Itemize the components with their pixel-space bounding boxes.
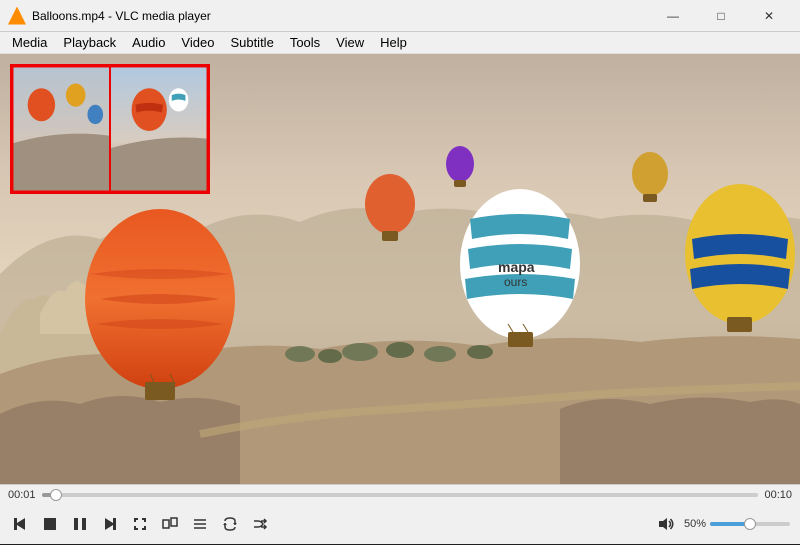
- menu-subtitle[interactable]: Subtitle: [222, 32, 281, 53]
- volume-icon: [657, 516, 675, 532]
- next-button[interactable]: [96, 510, 124, 538]
- volume-area: 50%: [652, 510, 790, 538]
- play-pause-button[interactable]: [66, 510, 94, 538]
- close-button[interactable]: ✕: [746, 0, 792, 32]
- extended-icon: [162, 516, 178, 532]
- title-bar: Balloons.mp4 - VLC media player — □ ✕: [0, 0, 800, 32]
- controls-bar: 00:01 00:10: [0, 484, 800, 544]
- window-title: Balloons.mp4 - VLC media player: [32, 9, 650, 23]
- playlist-icon: [192, 516, 208, 532]
- preview-svg: [12, 66, 208, 192]
- menu-tools[interactable]: Tools: [282, 32, 328, 53]
- menu-bar: Media Playback Audio Video Subtitle Tool…: [0, 32, 800, 54]
- menu-playback[interactable]: Playback: [55, 32, 124, 53]
- fullscreen-icon: [132, 516, 148, 532]
- menu-video[interactable]: Video: [173, 32, 222, 53]
- menu-help[interactable]: Help: [372, 32, 415, 53]
- menu-view[interactable]: View: [328, 32, 372, 53]
- prev-icon: [12, 516, 28, 532]
- buttons-row: 50%: [0, 505, 800, 543]
- fullscreen-button[interactable]: [126, 510, 154, 538]
- menu-audio[interactable]: Audio: [124, 32, 173, 53]
- volume-label: 50%: [684, 518, 706, 530]
- play-pause-icon: [72, 516, 88, 532]
- window-controls: — □ ✕: [650, 0, 792, 32]
- maximize-button[interactable]: □: [698, 0, 744, 32]
- stop-button[interactable]: [36, 510, 64, 538]
- shuffle-button[interactable]: [246, 510, 274, 538]
- preview-inner: [12, 66, 208, 192]
- shuffle-icon: [252, 516, 268, 532]
- time-current: 00:01: [8, 489, 36, 501]
- prev-button[interactable]: [6, 510, 34, 538]
- volume-track[interactable]: [710, 522, 790, 526]
- video-area[interactable]: mapa ours: [0, 54, 800, 484]
- next-icon: [102, 516, 118, 532]
- progress-handle[interactable]: [50, 489, 62, 501]
- progress-row: 00:01 00:10: [0, 485, 800, 505]
- volume-button[interactable]: [652, 510, 680, 538]
- preview-thumbnail: [10, 64, 210, 194]
- playlist-button[interactable]: [186, 510, 214, 538]
- time-total: 00:10: [764, 489, 792, 501]
- minimize-button[interactable]: —: [650, 0, 696, 32]
- stop-icon: [43, 517, 57, 531]
- progress-track[interactable]: [42, 493, 759, 497]
- loop-button[interactable]: [216, 510, 244, 538]
- vlc-icon: [8, 7, 26, 25]
- svg-text:ours: ours: [504, 275, 527, 289]
- loop-icon: [222, 516, 238, 532]
- svg-text:mapa: mapa: [498, 259, 535, 275]
- menu-media[interactable]: Media: [4, 32, 55, 53]
- volume-handle[interactable]: [744, 518, 756, 530]
- extended-button[interactable]: [156, 510, 184, 538]
